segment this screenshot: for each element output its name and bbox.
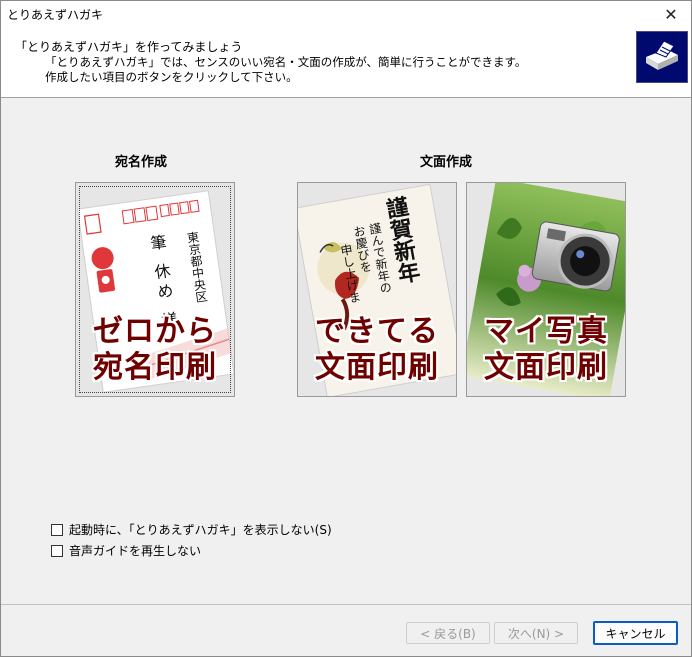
header-panel: 「とりあえずハガキ」を作ってみましょう 「とりあえずハガキ」では、センスのいい宛… xyxy=(1,27,691,98)
header-title: 「とりあえずハガキ」を作ってみましょう xyxy=(15,40,243,54)
section-label-address: 宛名作成 xyxy=(115,155,168,170)
card-caption-1: ゼロから xyxy=(93,314,217,349)
next-button[interactable]: 次へ(N) > xyxy=(494,622,578,644)
header-description-2: 作成したい項目のボタンをクリックして下さい。 xyxy=(45,70,298,84)
header-description-1: 「とりあえずハガキ」では、センスのいい宛名・文面の作成が、簡単に行うことができま… xyxy=(45,55,527,69)
printer-icon xyxy=(636,31,688,83)
card-caption-2: 文面印刷 xyxy=(315,350,439,385)
ready-text-print-button[interactable]: 謹賀新年 謹んで新年の お慶びを 申し上げま できてる 文面印刷 xyxy=(297,182,457,397)
footer-divider xyxy=(1,604,691,605)
my-photo-print-button[interactable]: マイ写真 文面印刷 xyxy=(466,182,626,397)
dialog-window: とりあえずハガキ ✕ 「とりあえずハガキ」を作ってみましょう 「とりあえずハガキ… xyxy=(0,0,692,657)
option-disable-voice-guide[interactable]: 音声ガイドを再生しない xyxy=(51,542,201,559)
section-label-text: 文面作成 xyxy=(420,155,473,170)
option-label: 起動時に、「とりあえずハガキ」を表示しない(S) xyxy=(69,523,332,537)
window-title: とりあえずハガキ xyxy=(7,8,104,22)
option-label: 音声ガイドを再生しない xyxy=(69,544,202,558)
checkbox[interactable] xyxy=(51,523,63,536)
option-hide-on-startup[interactable]: 起動時に、「とりあえずハガキ」を表示しない(S) xyxy=(51,521,332,538)
card-caption-2: 宛名印刷 xyxy=(93,350,217,385)
cancel-button[interactable]: キャンセル xyxy=(593,621,678,645)
title-bar: とりあえずハガキ ✕ xyxy=(1,1,691,27)
address-print-button[interactable]: 東京都中央区 筆 休め 様 ゼロから 宛名印刷 xyxy=(75,182,235,397)
card-caption-2: 文面印刷 xyxy=(484,350,608,385)
checkbox[interactable] xyxy=(51,544,63,557)
card-caption-1: マイ写真 xyxy=(484,314,608,349)
back-button[interactable]: < 戻る(B) xyxy=(406,622,490,644)
close-button[interactable]: ✕ xyxy=(651,1,691,27)
close-icon: ✕ xyxy=(664,4,678,24)
card-caption-1: できてる xyxy=(315,314,439,349)
